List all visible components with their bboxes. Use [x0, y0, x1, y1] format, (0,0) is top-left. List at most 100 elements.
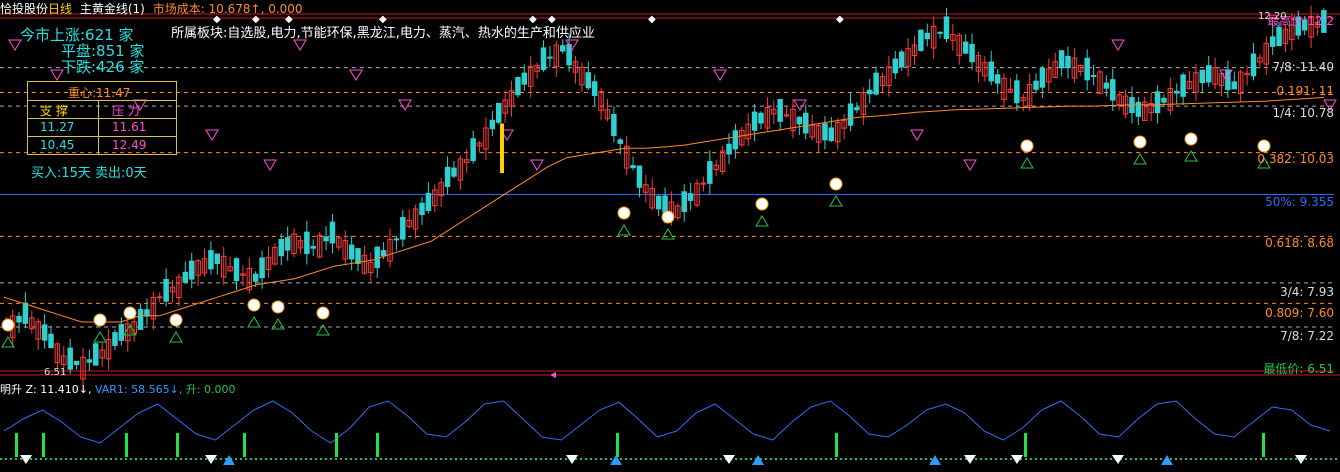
candle-body [1205, 65, 1212, 83]
candle-body [1103, 82, 1110, 89]
pressure-header: 压 力 [112, 104, 140, 118]
indicator-name[interactable]: 主黄金线(1) [80, 2, 145, 16]
candle-body [93, 343, 99, 366]
down-signal-triangle [1112, 455, 1124, 464]
sheng-bar [42, 433, 45, 457]
candle-body [777, 99, 783, 122]
candle-body [630, 165, 636, 169]
candle-body [163, 278, 169, 302]
candle-body [137, 309, 144, 330]
buy-signal-triangle [829, 195, 843, 207]
buy-signal-triangle [1133, 153, 1147, 165]
candle-body [828, 127, 835, 142]
sell-signal-triangle [263, 159, 277, 171]
strong-bar [500, 123, 504, 174]
candle-body [310, 245, 316, 249]
candle-body [348, 244, 355, 260]
candle-body [969, 43, 975, 63]
sheng-bar [616, 433, 619, 457]
candle-body [540, 47, 547, 71]
sell-signal-triangle [205, 129, 219, 141]
candle-body [278, 238, 285, 257]
pressure-1: 11.61 [112, 120, 147, 134]
candle-body [182, 271, 189, 283]
buy-signal-triangle [169, 331, 183, 343]
position-arrow [550, 372, 556, 378]
candle-body [393, 238, 400, 241]
level-0618: 0.618: 8.68 [1265, 236, 1334, 250]
candle-body [515, 77, 521, 96]
candle-body [1033, 80, 1039, 90]
sheng-bar [15, 433, 18, 457]
candle-body [585, 72, 592, 89]
market-down: 下跌:426 家 [61, 58, 145, 76]
candle-body [118, 323, 125, 341]
indicator-title[interactable]: 明升 [0, 383, 22, 396]
candle-body [1173, 90, 1180, 94]
top-bar: 恰投股份日线 主黄金线(1) 市场成本: 10.678↑, 0.000 [0, 0, 303, 17]
candle-body [611, 114, 617, 136]
sheng-bar [835, 433, 838, 457]
down-signal-triangle [723, 455, 735, 464]
smiley-signal [1184, 132, 1198, 146]
candle-body [962, 41, 969, 54]
level-0809: 0.809: 7.60 [1265, 306, 1334, 320]
stock-name[interactable]: 恰投股份 [0, 2, 48, 16]
sheng-bar [1024, 433, 1027, 457]
candle-body [73, 360, 80, 366]
candle-body [380, 250, 387, 257]
candle-body [188, 260, 195, 280]
level-low: 最低价: 6.51 [1263, 362, 1334, 376]
candle-body [924, 32, 931, 40]
sheng-bar [243, 433, 246, 457]
up-signal-triangle [223, 455, 235, 465]
buy-signal-triangle [1020, 157, 1034, 169]
smiley-signal [1020, 139, 1034, 153]
candle-body [374, 246, 380, 269]
smiley-signal [123, 306, 137, 320]
support-2: 10.45 [40, 138, 75, 152]
candle-body [41, 324, 48, 341]
buy-signal-triangle [247, 316, 261, 328]
candle-body [687, 193, 694, 201]
candle-body [1231, 81, 1238, 90]
candle-body [796, 116, 803, 125]
smiley-signal [1257, 139, 1271, 153]
candle-body [617, 139, 624, 144]
buy-signal-triangle [271, 318, 285, 330]
candle-body [636, 165, 643, 188]
candle-body [144, 309, 150, 317]
candle-body [233, 258, 240, 282]
sell-signal-triangle [1111, 39, 1125, 51]
candle-body [157, 296, 163, 299]
candle-body [1014, 80, 1020, 104]
candle-body [559, 45, 566, 52]
event-marker: ◆ [836, 14, 844, 25]
candle-body [758, 112, 764, 124]
candle-body [22, 302, 29, 324]
var1-line [3, 400, 1331, 444]
level-78b: 7/8: 7.22 [1280, 329, 1334, 343]
smiley-signal [829, 177, 843, 191]
sheng-bar [1262, 433, 1265, 457]
candle-body [547, 56, 553, 59]
level-14: 1/4: 10.78 [1272, 106, 1334, 120]
candle-body [284, 237, 291, 251]
level-78: 7/8: 11.40 [1272, 60, 1334, 74]
candle-body [1154, 91, 1161, 114]
sell-signal-triangle [398, 99, 412, 111]
period-label[interactable]: 日线 [48, 2, 72, 16]
candle-body [803, 112, 809, 134]
candle-body [988, 61, 994, 82]
smiley-signal [93, 313, 107, 327]
candle-body [521, 72, 528, 85]
smiley-signal [661, 210, 675, 224]
low-marker: 6.51 [44, 367, 67, 378]
candle-body [591, 81, 598, 97]
up-signal-triangle [752, 455, 764, 465]
candle-body [451, 167, 457, 177]
candle-body [662, 195, 668, 213]
candle-body [214, 253, 221, 265]
smiley-signal [316, 306, 330, 320]
candle-body [252, 273, 259, 282]
